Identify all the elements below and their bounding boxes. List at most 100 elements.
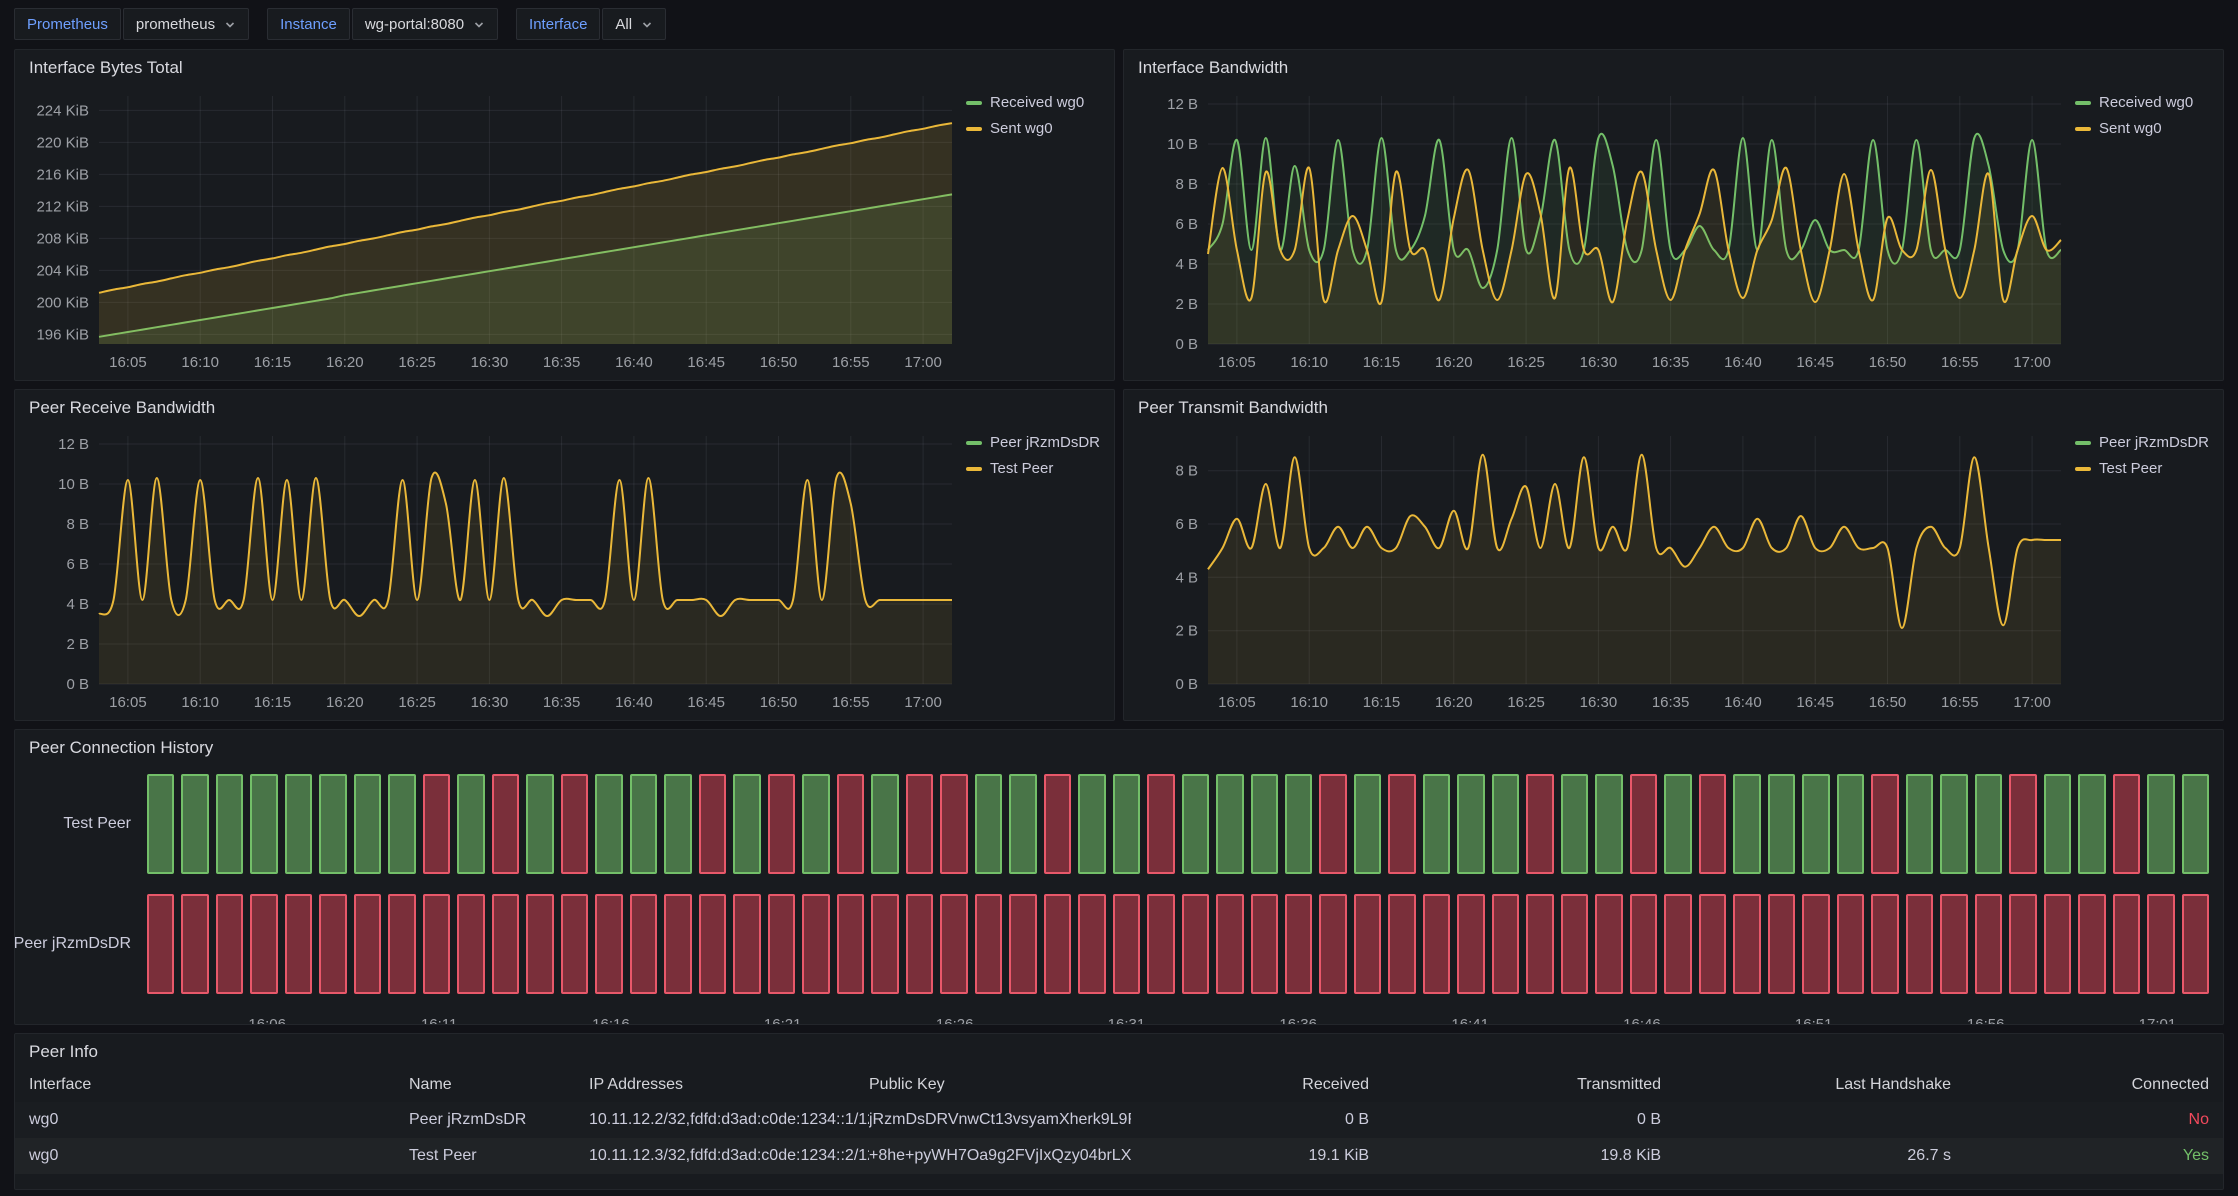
- status-bar-connected[interactable]: [2147, 774, 2174, 874]
- status-bar-connected[interactable]: [1906, 774, 1933, 874]
- status-bar-connected[interactable]: [1733, 774, 1760, 874]
- status-bar-connected[interactable]: [1492, 774, 1519, 874]
- status-bar-disconnected[interactable]: [1388, 894, 1415, 994]
- status-bar-disconnected[interactable]: [457, 894, 484, 994]
- status-bar-disconnected[interactable]: [492, 774, 519, 874]
- status-bar-disconnected[interactable]: [906, 774, 933, 874]
- status-bar-connected[interactable]: [1595, 774, 1622, 874]
- status-bar-connected[interactable]: [1216, 774, 1243, 874]
- status-bar-connected[interactable]: [975, 774, 1002, 874]
- status-bar-connected[interactable]: [1182, 774, 1209, 874]
- var-interface-select[interactable]: All: [602, 8, 666, 40]
- column-header-name[interactable]: Name: [409, 1076, 589, 1094]
- status-bar-disconnected[interactable]: [1078, 894, 1105, 994]
- status-bar-connected[interactable]: [733, 774, 760, 874]
- status-bar-disconnected[interactable]: [975, 894, 1002, 994]
- status-bar-connected[interactable]: [1113, 774, 1140, 874]
- column-header-received[interactable]: Received: [1131, 1076, 1369, 1094]
- column-header-last-handshake[interactable]: Last Handshake: [1661, 1076, 1951, 1094]
- status-bar-disconnected[interactable]: [250, 894, 277, 994]
- status-bar-disconnected[interactable]: [2009, 894, 2036, 994]
- status-bar-connected[interactable]: [1837, 774, 1864, 874]
- status-bar-connected[interactable]: [871, 774, 898, 874]
- var-prometheus-select[interactable]: prometheus: [123, 8, 249, 40]
- status-bar-connected[interactable]: [1975, 774, 2002, 874]
- status-bar-disconnected[interactable]: [699, 774, 726, 874]
- status-bar-disconnected[interactable]: [871, 894, 898, 994]
- legend-item[interactable]: Sent wg0: [966, 120, 1108, 137]
- status-bar-connected[interactable]: [802, 774, 829, 874]
- legend-item[interactable]: Peer jRzmDsDR: [966, 434, 1108, 451]
- status-bar-disconnected[interactable]: [1802, 894, 1829, 994]
- status-bar-disconnected[interactable]: [2078, 894, 2105, 994]
- status-bar-disconnected[interactable]: [526, 894, 553, 994]
- status-bar-disconnected[interactable]: [561, 894, 588, 994]
- status-bar-disconnected[interactable]: [1664, 894, 1691, 994]
- status-bar-disconnected[interactable]: [2147, 894, 2174, 994]
- status-bar-disconnected[interactable]: [2044, 894, 2071, 994]
- var-instance-select[interactable]: wg-portal:8080: [352, 8, 498, 40]
- status-bar-connected[interactable]: [1354, 774, 1381, 874]
- status-bar-connected[interactable]: [1251, 774, 1278, 874]
- status-bar-disconnected[interactable]: [423, 774, 450, 874]
- legend-item[interactable]: Received wg0: [966, 94, 1108, 111]
- chart-canvas[interactable]: 0 B2 B4 B6 B8 B16:0516:1016:1516:2016:25…: [1132, 420, 2075, 716]
- status-bar-disconnected[interactable]: [1733, 894, 1760, 994]
- status-bar-disconnected[interactable]: [906, 894, 933, 994]
- status-bar-disconnected[interactable]: [1630, 894, 1657, 994]
- status-bar-disconnected[interactable]: [940, 774, 967, 874]
- column-header-interface[interactable]: Interface: [29, 1076, 409, 1094]
- panel-title[interactable]: Interface Bytes Total: [15, 50, 1114, 80]
- legend-item[interactable]: Sent wg0: [2075, 120, 2217, 137]
- status-bar-disconnected[interactable]: [181, 894, 208, 994]
- status-bar-disconnected[interactable]: [1319, 774, 1346, 874]
- status-bar-disconnected[interactable]: [1147, 774, 1174, 874]
- status-bar-disconnected[interactable]: [1147, 894, 1174, 994]
- status-bar-connected[interactable]: [526, 774, 553, 874]
- status-bar-disconnected[interactable]: [940, 894, 967, 994]
- status-bar-disconnected[interactable]: [1768, 894, 1795, 994]
- status-bar-disconnected[interactable]: [285, 894, 312, 994]
- status-bar-disconnected[interactable]: [1251, 894, 1278, 994]
- status-bar-connected[interactable]: [1802, 774, 1829, 874]
- status-bar-disconnected[interactable]: [1354, 894, 1381, 994]
- status-bar-disconnected[interactable]: [1526, 774, 1553, 874]
- legend-item[interactable]: Test Peer: [2075, 460, 2217, 477]
- status-bar-disconnected[interactable]: [699, 894, 726, 994]
- status-bar-disconnected[interactable]: [1837, 894, 1864, 994]
- status-bar-disconnected[interactable]: [1285, 894, 1312, 994]
- chart-canvas[interactable]: 0 B2 B4 B6 B8 B10 B12 B16:0516:1016:1516…: [23, 420, 966, 716]
- column-header-public-key[interactable]: Public Key: [869, 1076, 1131, 1094]
- status-bar-disconnected[interactable]: [1388, 774, 1415, 874]
- status-bar-disconnected[interactable]: [1044, 894, 1071, 994]
- status-bar-disconnected[interactable]: [664, 894, 691, 994]
- status-bar-disconnected[interactable]: [2113, 894, 2140, 994]
- status-bar-disconnected[interactable]: [1871, 894, 1898, 994]
- status-bar-connected[interactable]: [1561, 774, 1588, 874]
- status-bar-connected[interactable]: [147, 774, 174, 874]
- status-bar-connected[interactable]: [354, 774, 381, 874]
- legend-item[interactable]: Received wg0: [2075, 94, 2217, 111]
- status-bar-connected[interactable]: [1457, 774, 1484, 874]
- column-header-connected[interactable]: Connected: [1951, 1076, 2209, 1094]
- status-bar-disconnected[interactable]: [1492, 894, 1519, 994]
- panel-title[interactable]: Peer Receive Bandwidth: [15, 390, 1114, 420]
- status-bar-disconnected[interactable]: [216, 894, 243, 994]
- status-bar-connected[interactable]: [181, 774, 208, 874]
- status-bar-disconnected[interactable]: [1906, 894, 1933, 994]
- status-bar-disconnected[interactable]: [630, 894, 657, 994]
- status-bar-disconnected[interactable]: [802, 894, 829, 994]
- status-bar-disconnected[interactable]: [354, 894, 381, 994]
- status-bar-connected[interactable]: [319, 774, 346, 874]
- status-bar-connected[interactable]: [1285, 774, 1312, 874]
- status-bar-disconnected[interactable]: [2009, 774, 2036, 874]
- status-bar-connected[interactable]: [595, 774, 622, 874]
- status-bar-disconnected[interactable]: [492, 894, 519, 994]
- status-bar-connected[interactable]: [457, 774, 484, 874]
- status-bar-disconnected[interactable]: [1699, 774, 1726, 874]
- status-bar-connected[interactable]: [1078, 774, 1105, 874]
- status-bar-connected[interactable]: [388, 774, 415, 874]
- status-bar-disconnected[interactable]: [1561, 894, 1588, 994]
- status-bar-disconnected[interactable]: [147, 894, 174, 994]
- status-bar-connected[interactable]: [285, 774, 312, 874]
